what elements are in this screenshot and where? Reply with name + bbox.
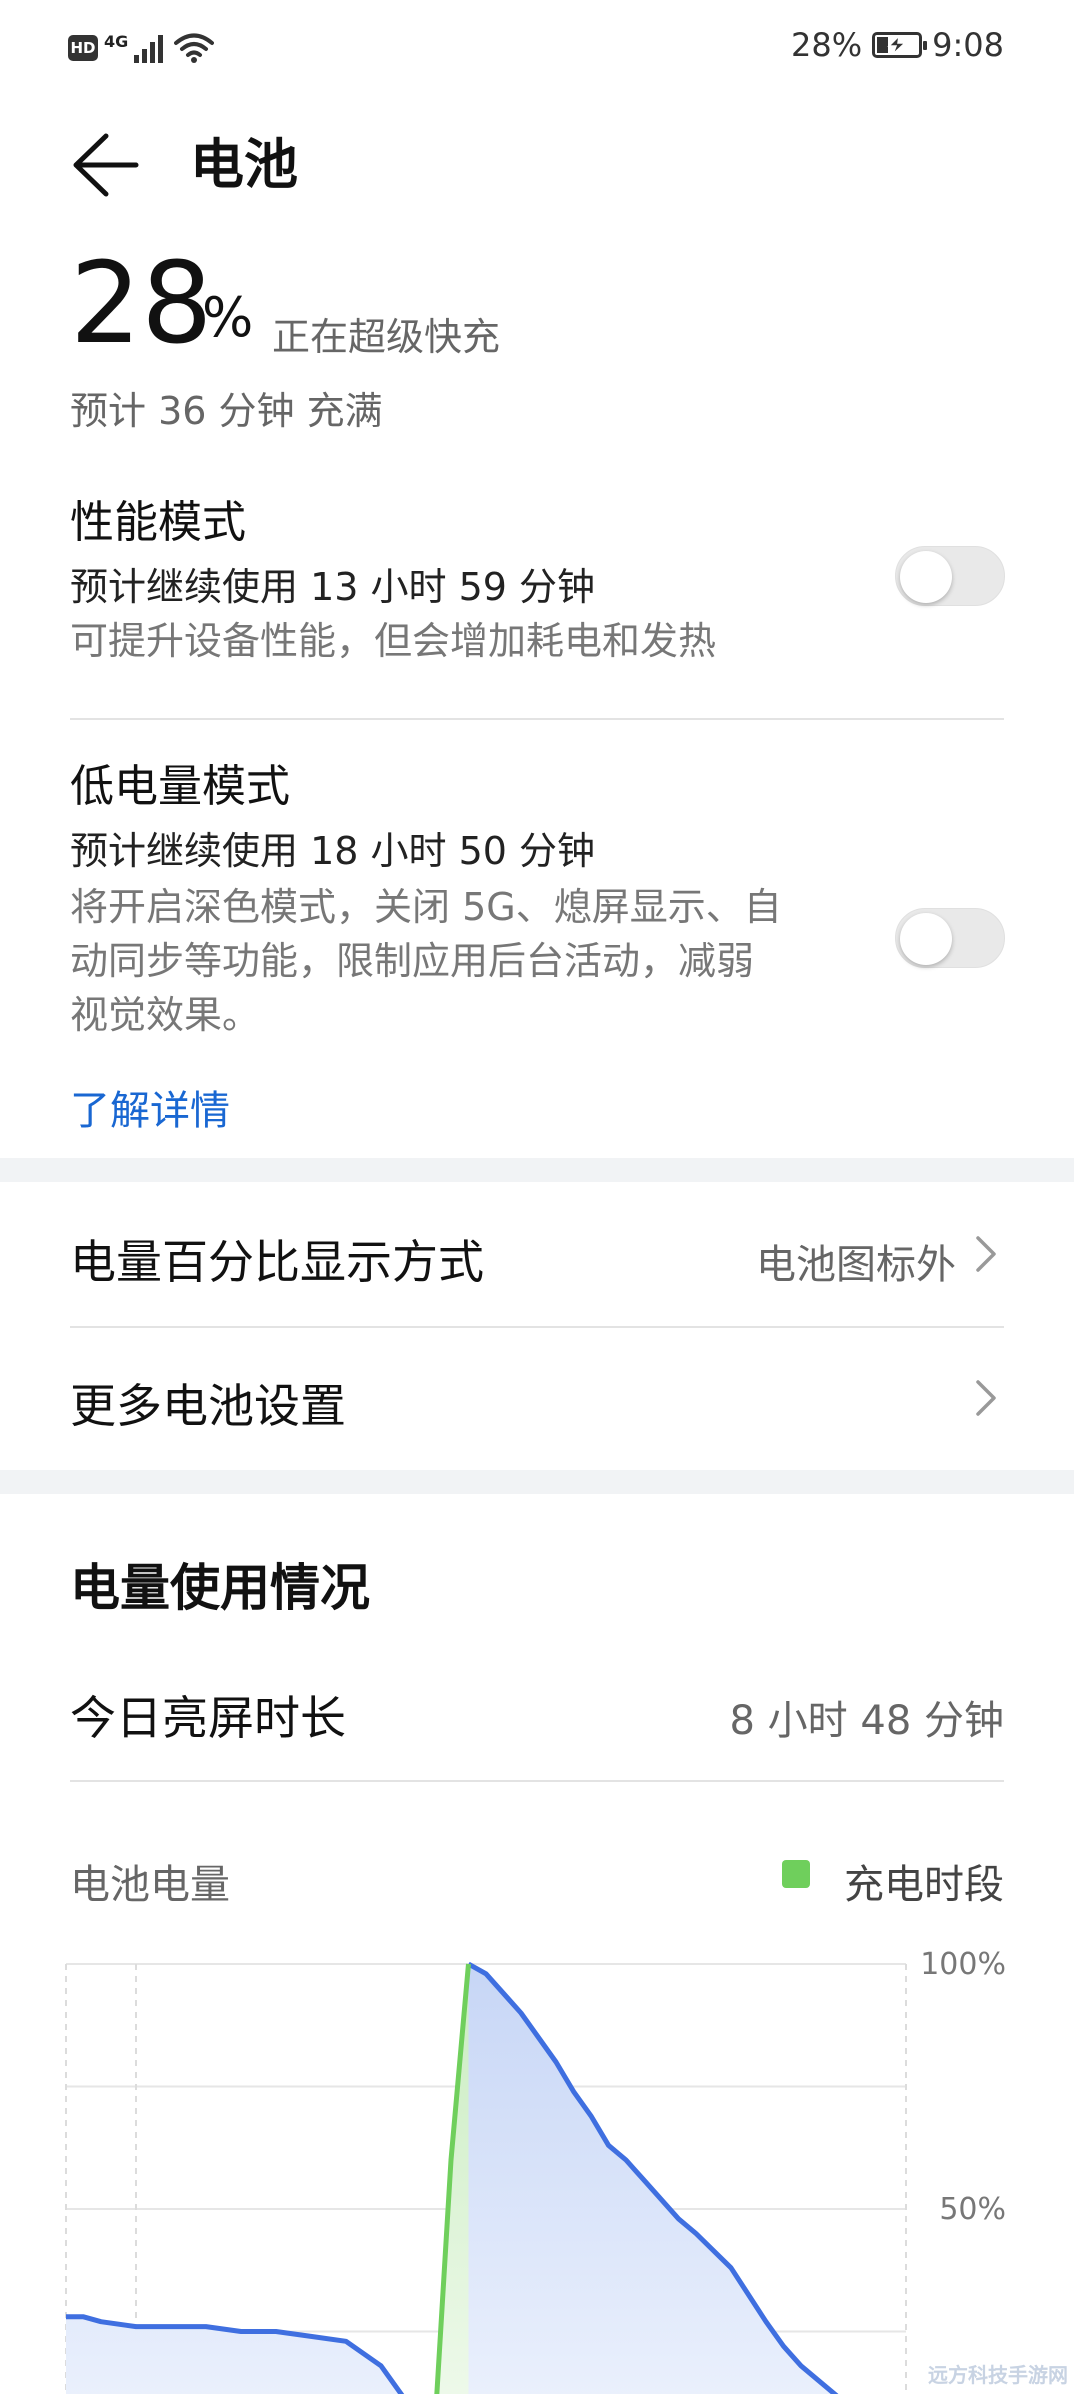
network-type: 4G	[104, 32, 129, 51]
power-saving-estimate: 预计继续使用 18 小时 50 分钟	[70, 829, 596, 873]
learn-more-link[interactable]: 了解详情	[70, 1078, 230, 1136]
wifi-icon	[174, 33, 215, 63]
performance-mode-description: 可提升设备性能，但会增加耗电和发热	[70, 619, 717, 663]
section-gap	[0, 1158, 1074, 1182]
performance-mode-estimate: 预计继续使用 13 小时 59 分钟	[70, 565, 596, 609]
full-charge-estimate: 预计 36 分钟 充满	[70, 389, 383, 433]
chevron-right-icon	[976, 1380, 996, 1416]
divider	[70, 718, 1004, 720]
description-line: 将开启深色模式，关闭 5G、熄屏显示、自	[70, 885, 782, 929]
battery-area	[66, 1964, 906, 2394]
battery-icon	[872, 32, 928, 58]
row-value: 电池图标外	[756, 1242, 956, 1288]
page-title: 电池	[190, 133, 298, 196]
percent-sign: %	[202, 286, 254, 349]
battery-chart: 100% 50%	[65, 1947, 1006, 2394]
screen-time-value: 8 小时 48 分钟	[729, 1698, 1005, 1744]
legend-label: 充电时段	[844, 1862, 1004, 1908]
status-left: HD 4G	[68, 32, 215, 64]
more-battery-settings-row[interactable]: 更多电池设置	[0, 1328, 1074, 1468]
performance-mode-toggle[interactable]	[895, 546, 1005, 606]
hd-icon: HD	[68, 35, 98, 61]
status-right: 28% 9:08	[791, 26, 1004, 64]
watermark: 远方科技手游网	[928, 2363, 1068, 2387]
signal-icon	[134, 35, 164, 63]
y-tick-label: 100%	[920, 1947, 1006, 1982]
title-bar: 电池	[0, 120, 1074, 220]
battery-percent-text: 28%	[791, 26, 863, 64]
charging-status: 正在超级快充	[272, 315, 501, 359]
screen-time-label: 今日亮屏时长	[70, 1691, 346, 1745]
row-label: 电量百分比显示方式	[70, 1235, 484, 1289]
power-saving-toggle[interactable]	[895, 908, 1005, 968]
back-arrow-icon[interactable]	[70, 130, 140, 200]
battery-level: 28	[70, 239, 213, 369]
description-line: 视觉效果。	[70, 993, 261, 1037]
performance-mode-title: 性能模式	[70, 497, 246, 548]
chart-title: 电池电量	[70, 1862, 230, 1908]
chevron-right-icon	[976, 1236, 996, 1272]
percentage-display-row[interactable]: 电量百分比显示方式 电池图标外	[0, 1182, 1074, 1326]
toggle-knob	[900, 913, 952, 965]
section-gap	[0, 1470, 1074, 1494]
row-label: 更多电池设置	[70, 1379, 346, 1433]
power-saving-description: 将开启深色模式，关闭 5G、熄屏显示、自 动同步等功能，限制应用后台活动，减弱 …	[70, 880, 870, 1042]
description-line: 动同步等功能，限制应用后台活动，减弱	[70, 939, 755, 983]
divider	[70, 1780, 1004, 1782]
usage-title: 电量使用情况	[70, 1559, 370, 1617]
toggle-knob	[900, 551, 952, 603]
y-tick-label: 50%	[939, 2192, 1006, 2227]
legend-swatch	[782, 1860, 810, 1888]
power-saving-title: 低电量模式	[70, 761, 290, 812]
status-bar: HD 4G 28% 9:08	[0, 0, 1074, 100]
charging-bolt-icon	[887, 35, 908, 55]
clock: 9:08	[932, 26, 1004, 64]
